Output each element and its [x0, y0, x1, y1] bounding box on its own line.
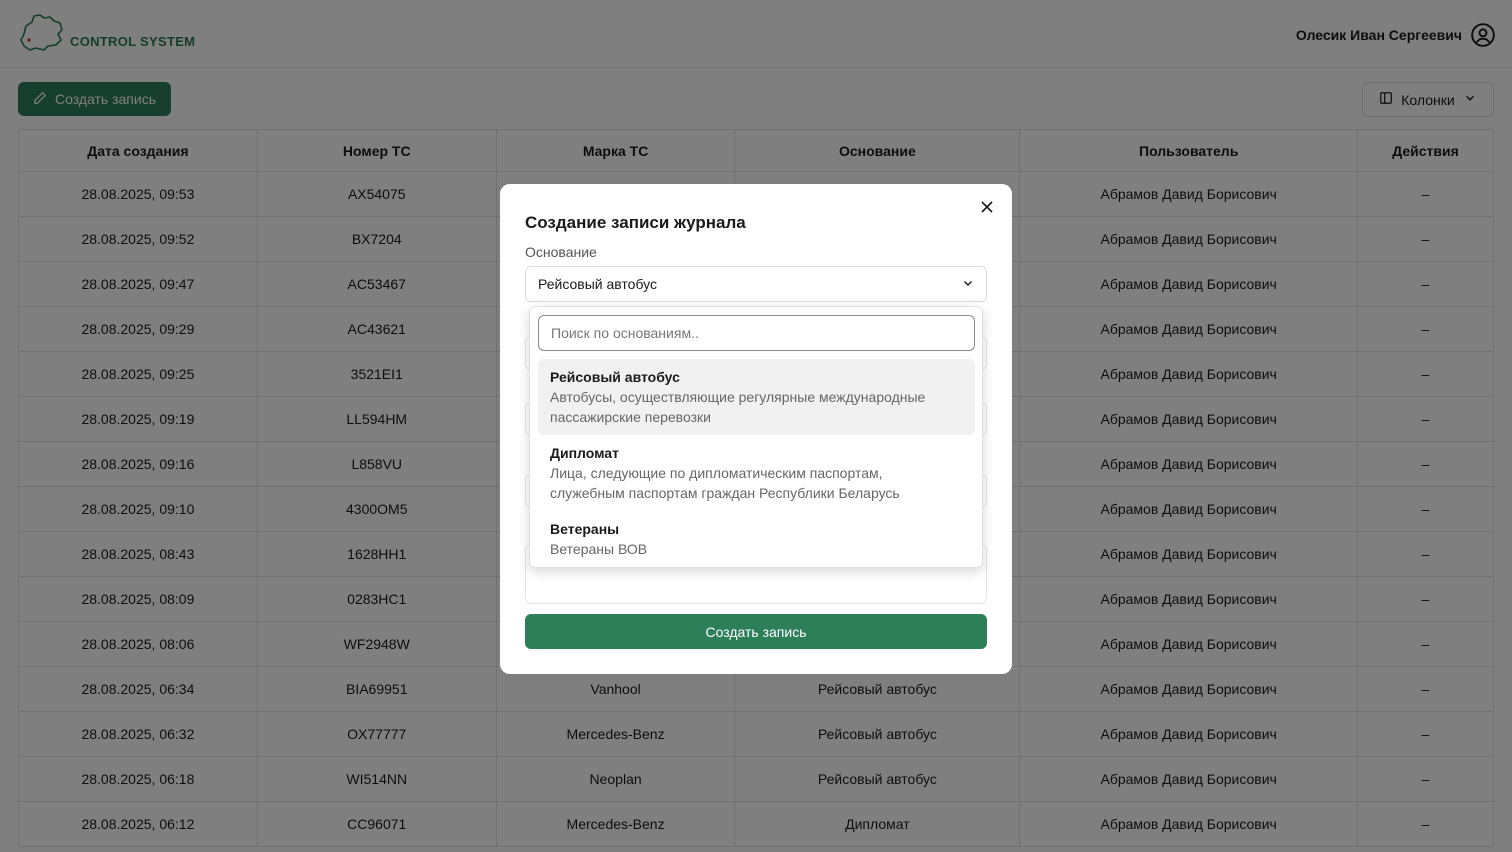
dropdown-option-diplomat[interactable]: Дипломат Лица, следующие по дипломатичес…: [538, 435, 975, 511]
option-description: Ветераны ВОВ: [550, 541, 648, 557]
option-title: Рейсовый автобус: [550, 369, 680, 385]
basis-select[interactable]: Рейсовый автобус: [525, 266, 987, 302]
option-title: Дипломат: [550, 445, 619, 461]
option-description: Автобусы, осуществляющие регулярные межд…: [550, 389, 926, 405]
modal-title: Создание записи журнала: [525, 213, 746, 232]
close-icon[interactable]: [980, 200, 994, 214]
basis-dropdown: Рейсовый автобус Автобусы, осуществляющи…: [529, 306, 983, 568]
option-description: Лица, следующие по дипломатическим паспо…: [550, 465, 883, 481]
basis-select-value: Рейсовый автобус: [538, 276, 657, 292]
chevron-down-icon: [962, 276, 974, 292]
dropdown-option-veterans[interactable]: Ветераны Ветераны ВОВ: [538, 511, 975, 567]
dropdown-option-route-bus[interactable]: Рейсовый автобус Автобусы, осуществляющи…: [538, 359, 975, 435]
submit-record-button[interactable]: Создать запись: [525, 614, 987, 649]
basis-search-input[interactable]: [538, 315, 975, 351]
option-title: Ветераны: [550, 521, 620, 537]
basis-label: Основание: [525, 244, 597, 260]
option-description: служебным паспортам граждан Республики Б…: [550, 485, 900, 501]
option-description: пассажирские перевозки: [550, 409, 711, 425]
